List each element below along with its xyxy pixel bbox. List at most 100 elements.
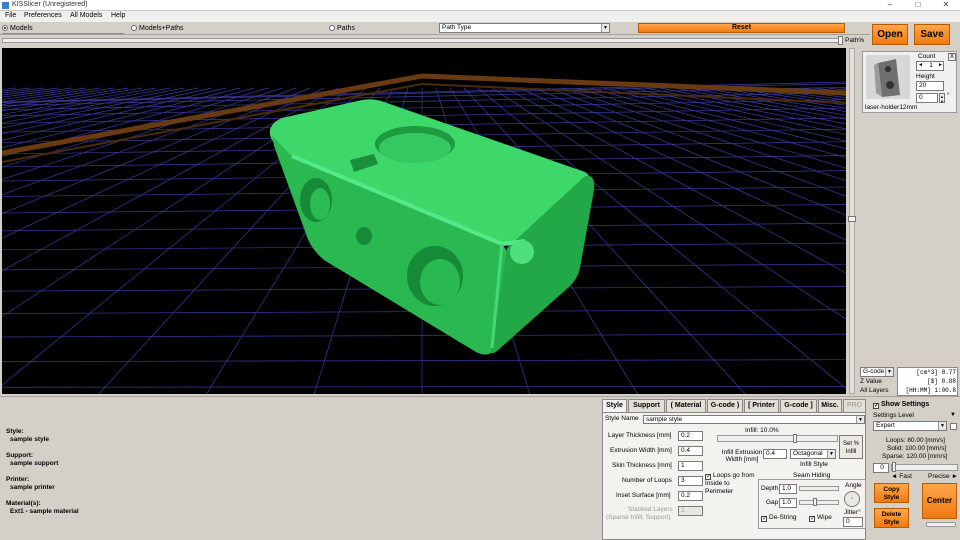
grid-line: [659, 87, 846, 125]
divider: [2, 33, 124, 34]
loops-speed: Loops: 80.00 [mm/s]: [886, 437, 945, 444]
stats-box: [cm^3] 8.77 [$] 0.88 [HH:MM] 1:00.8: [897, 367, 958, 396]
wipe-label: Wipe: [817, 514, 832, 521]
3d-viewport[interactable]: [2, 48, 846, 394]
sparse-speed: Sparse: 120.00 [mm/s]: [882, 453, 948, 460]
grid-line: [2, 87, 45, 94]
angle-field[interactable]: 0: [916, 93, 938, 103]
tab-misc[interactable]: Misc.: [818, 399, 842, 412]
layer-thickness-field[interactable]: 0.2: [678, 431, 703, 441]
infill-slider[interactable]: [717, 435, 838, 442]
infill-style-value: Octagonal: [793, 450, 823, 457]
loops-field[interactable]: 3: [678, 476, 703, 486]
chevron-down-icon: ▼: [856, 416, 864, 423]
angle-spinner[interactable]: ▲ ▼: [939, 93, 945, 104]
count-increment-icon[interactable]: ►: [938, 62, 943, 68]
path-percent-slider[interactable]: [2, 38, 842, 43]
wipe-checkbox[interactable]: ✓ Wipe: [809, 514, 832, 522]
infill-extrusion-field[interactable]: 0.4: [763, 449, 787, 459]
center-button[interactable]: Center: [922, 483, 957, 519]
scroll-down-icon[interactable]: ▼: [950, 412, 956, 418]
grid-line: [2, 87, 283, 180]
model-card[interactable]: Count X 1 ◄ ► Height 20 0 ▲ ▼ ° laser-hol…: [862, 51, 957, 113]
tab-printer[interactable]: [ Printer: [744, 399, 779, 412]
app-icon: [2, 2, 9, 9]
summary-printer-label: Printer:: [6, 476, 30, 483]
radio-icon: [131, 25, 137, 31]
inset-surface-field[interactable]: 0.2: [678, 491, 703, 501]
grid-line: [2, 87, 17, 90]
infill-slider-thumb[interactable]: [793, 434, 798, 443]
save-button[interactable]: Save: [914, 24, 950, 45]
show-settings-checkbox[interactable]: ✓ Show Settings: [873, 401, 929, 409]
copy-style-button[interactable]: Copy Style: [874, 483, 909, 503]
settings-extra-checkbox[interactable]: [950, 423, 957, 430]
extrusion-width-field[interactable]: 0.4: [678, 446, 703, 456]
summary-material-label: Material(s):: [6, 500, 41, 507]
panel-scrollbar[interactable]: [926, 522, 956, 527]
jitter-field[interactable]: 0: [843, 517, 863, 527]
reset-button[interactable]: Reset: [638, 23, 845, 33]
settings-level-select[interactable]: Expert ▼: [873, 421, 947, 431]
close-icon[interactable]: ✕: [932, 0, 960, 10]
count-label: Count: [918, 53, 936, 60]
remove-model-button[interactable]: X: [948, 53, 956, 61]
model-part: [269, 99, 595, 355]
chevron-down-icon: ▼: [938, 422, 946, 430]
summary-printer-value: sample printer: [10, 484, 55, 491]
tab-printer-gcode[interactable]: G-code ]: [780, 399, 817, 412]
tab-material-gcode[interactable]: G-code ): [707, 399, 743, 412]
volume-stat: [cm^3] 8.77: [916, 369, 956, 376]
speed-field[interactable]: 0: [873, 463, 889, 473]
count-decrement-icon[interactable]: ◄: [918, 62, 923, 68]
style-tab-panel: Style Name sample style ▼ Layer Thicknes…: [602, 412, 866, 540]
layer-slider-thumb[interactable]: [848, 216, 856, 222]
minimize-icon[interactable]: –: [876, 0, 904, 10]
speed-slider[interactable]: [891, 464, 958, 471]
height-field[interactable]: 20: [916, 81, 944, 91]
skin-thickness-field[interactable]: 1: [678, 461, 703, 471]
loops-inside-checkbox[interactable]: ✓ Loops go from Inside to Perimeter: [705, 472, 755, 496]
style-name-select[interactable]: sample style ▼: [643, 415, 865, 424]
menu-help[interactable]: Help: [111, 12, 125, 19]
grid-line: [589, 87, 846, 158]
tab-style[interactable]: Style: [602, 399, 627, 412]
grid-line: [701, 87, 846, 112]
show-settings-label: Show Settings: [881, 401, 930, 408]
gap-field[interactable]: 1.0: [779, 498, 797, 508]
view-mode-value: G-code: [863, 368, 885, 375]
fast-text: Fast: [899, 473, 912, 480]
angle-dial[interactable]: ◦: [844, 491, 860, 507]
summary-material-value: Ext1 - sample material: [10, 508, 79, 515]
menu-all-models[interactable]: All Models: [70, 12, 102, 19]
path-percent-slider-thumb[interactable]: [838, 36, 843, 45]
open-button[interactable]: Open: [872, 24, 908, 45]
view-models-paths-option[interactable]: Models+Paths: [131, 24, 184, 33]
depth-slider[interactable]: [799, 486, 839, 491]
tab-material[interactable]: ( Material: [666, 399, 706, 412]
checkbox-icon: ✓: [809, 516, 816, 522]
view-models-option[interactable]: Models: [2, 24, 33, 33]
maximize-icon[interactable]: □: [904, 0, 932, 10]
menu-preferences[interactable]: Preferences: [24, 12, 62, 19]
gap-slider-thumb[interactable]: [813, 498, 817, 506]
delete-style-button[interactable]: Delete Style: [874, 508, 909, 528]
style-name-value: sample style: [646, 416, 683, 423]
all-layers-label: All Layers: [860, 387, 889, 394]
infill-style-label: Infill Style: [800, 461, 828, 468]
menu-file[interactable]: File: [5, 12, 16, 19]
path-type-select[interactable]: Path Type ▼: [439, 23, 610, 33]
depth-field[interactable]: 1.0: [779, 484, 797, 494]
tab-support[interactable]: Support: [628, 399, 665, 412]
grid-line: [547, 87, 846, 197]
destring-checkbox[interactable]: ✓ De-String: [761, 514, 796, 522]
view-paths-option[interactable]: Paths: [329, 24, 355, 33]
speed-slider-thumb[interactable]: [892, 462, 896, 472]
grid-line: [757, 87, 846, 101]
infill-style-select[interactable]: Octagonal ▼: [790, 449, 836, 459]
solid-speed: Solid: 100.00 [mm/s]: [887, 445, 947, 452]
view-mode-select[interactable]: G-code ▼: [860, 367, 894, 377]
gap-slider[interactable]: [799, 500, 839, 505]
set-infill-button[interactable]: Set % Infill: [839, 435, 863, 459]
stacked-layers-sublabel: (Sparse Infill, Support): [606, 514, 671, 521]
